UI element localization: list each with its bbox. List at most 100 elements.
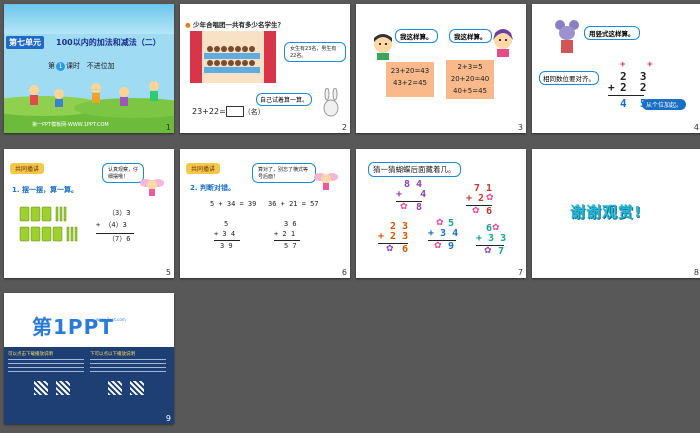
vertical-2-result: 5 7 (284, 242, 297, 250)
puzzle-5-mid: + 3 3 (476, 233, 507, 244)
counting-sticks-illustration (19, 206, 78, 242)
butterfly-icon: ✿ (484, 246, 492, 256)
girl-character-icon (493, 29, 513, 57)
vertical-2-top: 3 6 (284, 220, 297, 228)
fairy-character-icon (314, 173, 338, 190)
slide-number: 7 (517, 268, 523, 277)
question-icon: ● (185, 21, 191, 29)
vertical-2-mid: + 2 1 (274, 230, 296, 238)
slide-thumbnail-8[interactable]: 谢谢观赏! 8 (532, 149, 700, 278)
boy-character-icon (374, 34, 392, 60)
rabbit-character-icon (323, 88, 339, 117)
vertical-2-line (274, 240, 300, 241)
vertical-1-result: 3 9 (220, 242, 233, 250)
bubble-mid: 相同数位要对齐。 (539, 71, 599, 85)
try-bubble: 自己试着算一算。 (256, 93, 313, 106)
info-left-title: 可以点击下载播放说明 (8, 352, 53, 357)
question-text: ● 少年合唱团一共有多少名学生？ (185, 21, 284, 29)
slide-thumbnail-7[interactable]: 猜一猜蝴蝶后面藏着几。 8 4 + 4 8 ✿ 7 1 + 2 ✿ 6 ✿ 2 … (356, 149, 526, 278)
slide-thumbnail-1[interactable]: 第七单元 100以内的加法和减法（二） 第 1 课时 不进位加 第一PPT模板网-W… (4, 4, 174, 133)
butterfly-icon: ✿ (492, 223, 500, 233)
vertical-sign: + (608, 81, 615, 94)
answer-line-1: （3）3 (108, 209, 131, 217)
answer-line-2: + （4）3 (96, 221, 127, 229)
vertical-1-top: 5 (224, 220, 229, 228)
footer-watermark: 第一PPT模板网-WWW.1PPT.COM (32, 122, 109, 128)
sky (4, 4, 174, 34)
slide-number: 9 (165, 414, 171, 423)
left-calc-box: 23+20=43 43+2=45 (386, 62, 434, 97)
section-tag: 共同播讲 (10, 163, 45, 174)
qr-code-2 (56, 381, 70, 395)
choir-stage-illustration (190, 31, 276, 83)
qr-code-4 (130, 381, 144, 395)
thanks-text: 谢谢观赏! (570, 203, 642, 221)
slide-number: 4 (693, 123, 699, 132)
calc-line: 23+20=43 (390, 67, 430, 75)
section-tag: 共同播讲 (186, 163, 221, 174)
slide-thumbnail-3[interactable]: 我这样算。 我这样算。 23+20=43 43+2=45 2+3=5 20+20… (356, 4, 526, 133)
exercise-heading: 猜一猜蝴蝶后面藏着几。 (368, 162, 461, 177)
slide-thumbnail-6[interactable]: 共同播讲 2. 判断对错。 算对了，别忘了横式等号后面！ 5 + 34 = 39… (180, 149, 350, 278)
answer-underline (96, 233, 134, 234)
slide-thumbnail-9[interactable]: 第1PPT www.1ppt.com 可以点击下载播放说明 下可以点以下播放说明… (4, 293, 174, 424)
slide-number: 8 (693, 268, 699, 277)
mouse-character-icon (555, 20, 579, 53)
lesson-number-badge: 1 (56, 62, 65, 71)
butterfly-icon: ✿ (486, 193, 494, 203)
speech-bubble-girls-boys: 女生有23名，男生有22名。 (284, 42, 346, 62)
info-right-title: 下可以点以下播放说明 (90, 352, 135, 357)
slide-thumbnail-4[interactable]: 用竖式这样算。 相同数位要对齐。 + + 2 3 + 2 2 4 5 从个位加起… (532, 4, 700, 133)
qr-code-3 (108, 381, 122, 395)
lesson-prefix: 第 (48, 62, 55, 70)
slide-thumbnail-5[interactable]: 共同播讲 1. 摆一摆，算一算。 认真观察，仔细摆哦！ （3）3 + （4）3 … (4, 149, 174, 278)
puzzle-2-mid: + 2 (466, 193, 485, 204)
hint-bubble: 认真观察，仔细摆哦！ (102, 163, 144, 183)
slide-number: 5 (165, 268, 171, 277)
qr-code-1 (34, 381, 48, 395)
puzzle-3-mid: + 2 3 (378, 231, 409, 242)
lesson-topic: 不进位加 (86, 62, 115, 70)
slide-number: 3 (517, 123, 523, 132)
equation-text: 23+22= （名） (192, 106, 265, 117)
slide-number: 6 (341, 268, 347, 277)
calc-line: 43+2=45 (393, 79, 427, 87)
fairy-character-icon (140, 179, 164, 196)
bubble-top: 用竖式这样算。 (584, 26, 640, 40)
equation-2: 36 + 21 = 57 (268, 200, 319, 208)
exercise-heading: 2. 判断对错。 (190, 184, 235, 192)
calc-line: 40+5=45 (453, 87, 487, 95)
calc-line: 20+20=40 (450, 75, 490, 83)
hint-bubble: 算对了，别忘了横式等号后面！ (252, 163, 316, 183)
equation-1: 5 + 34 = 39 (210, 200, 257, 208)
lesson-line: 第 1 课时 不进位加 (48, 61, 115, 71)
lesson-suffix: 课时 (66, 62, 80, 70)
butterfly-icon: ✿ (436, 218, 444, 228)
butterfly-icon: ✿ (434, 241, 442, 251)
puzzle-1-mid: + 4 (396, 189, 427, 200)
butterfly-icon: ✿ (386, 244, 394, 254)
brand-logo-sub: www.1ppt.com (96, 317, 126, 322)
info-right-lines (90, 359, 166, 373)
calc-line: 2+3=5 (457, 63, 483, 71)
right-bubble: 我这样算。 (449, 29, 492, 43)
answer-line-3: （7）6 (108, 235, 131, 243)
slide-number: 1 (165, 123, 171, 132)
vertical-1-line (214, 240, 240, 241)
butterfly-icon: ✿ (472, 206, 480, 216)
butterfly-icon: ✿ (400, 202, 408, 212)
vertical-line (608, 95, 644, 96)
vertical-1-mid: + 3 4 (214, 230, 236, 238)
slide-title: 100以内的加法和减法（二） (56, 38, 161, 47)
exercise-heading: 1. 摆一摆，算一算。 (12, 186, 78, 194)
puzzle-4-mid: + 3 4 (428, 228, 459, 239)
info-left-lines (8, 359, 84, 373)
brand-logo: 第1PPT (32, 315, 114, 339)
unit-label: 第七单元 (6, 36, 44, 49)
right-calc-box: 2+3=5 20+20=40 40+5=45 (446, 60, 494, 99)
answer-box (225, 106, 244, 117)
slide-number: 2 (341, 123, 347, 132)
left-bubble: 我这样算。 (395, 29, 438, 43)
slide-thumbnail-2[interactable]: ● 少年合唱团一共有多少名学生？ 女生有23名，男生有22名。 23+22= （名… (180, 4, 350, 133)
vertical-row-2: 2 2 (620, 81, 647, 94)
